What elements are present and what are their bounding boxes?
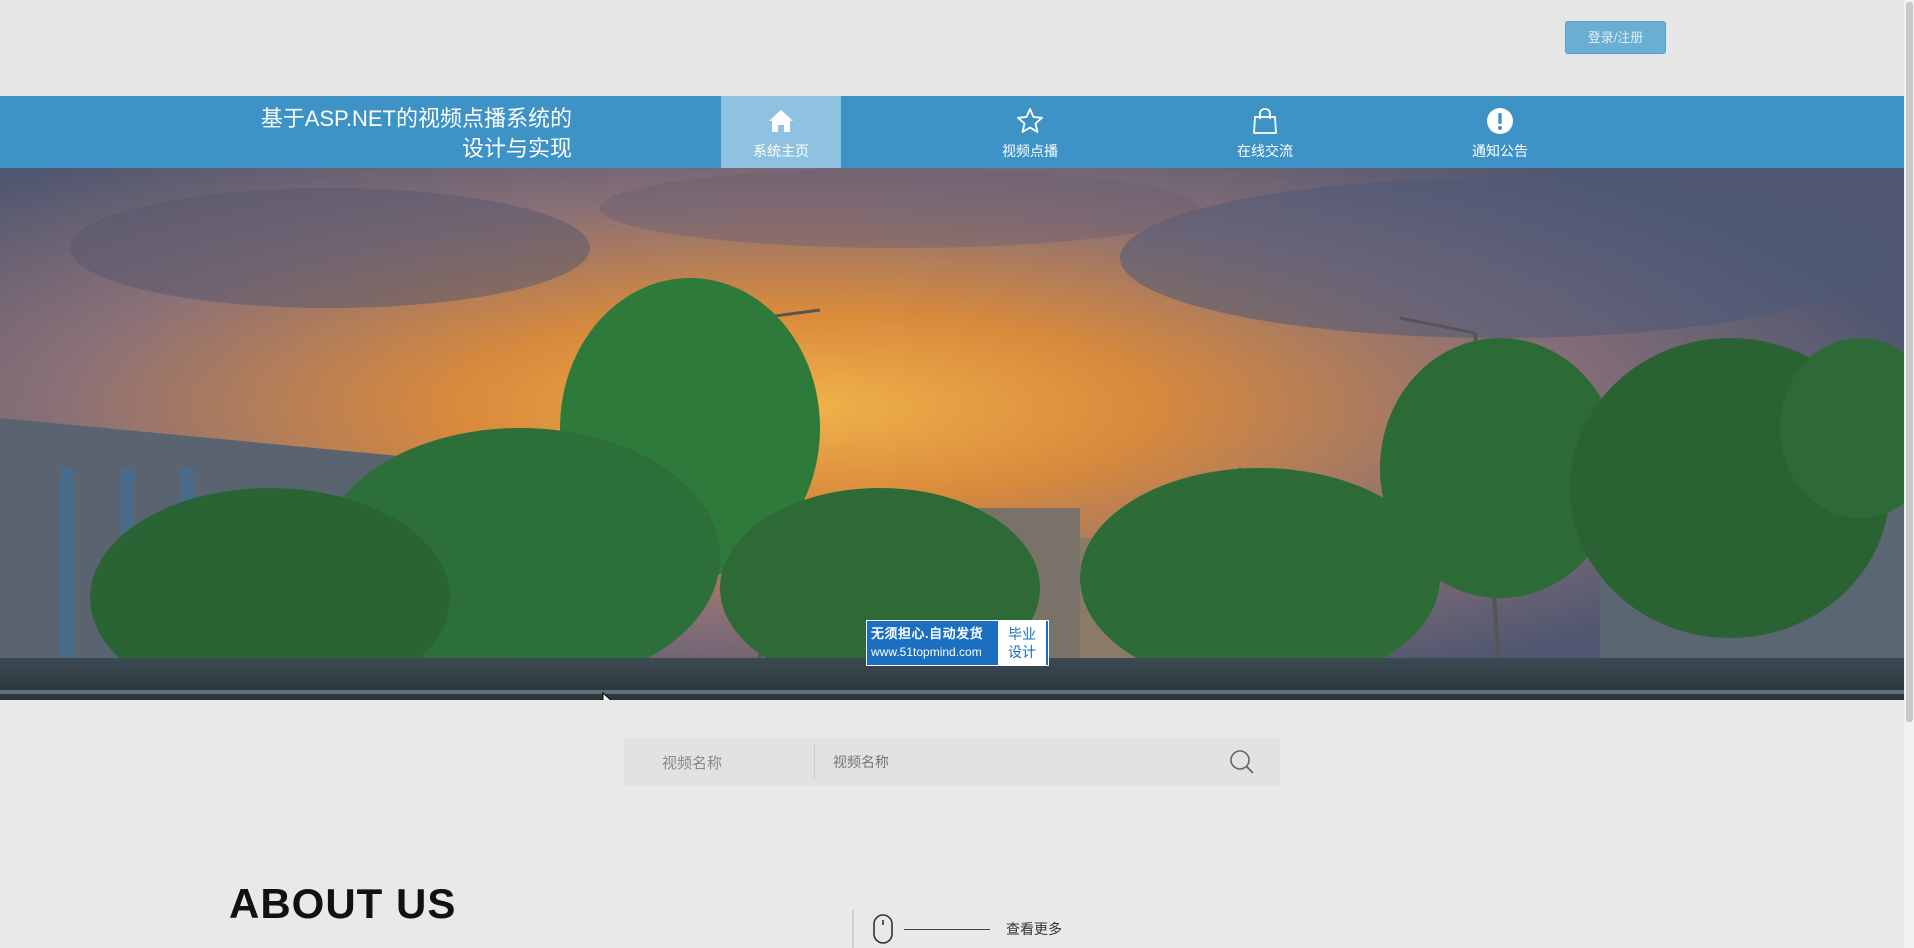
- decorative-line: [904, 928, 990, 930]
- nav-item-chat[interactable]: 在线交流: [1205, 96, 1325, 168]
- main-navbar: 基于ASP.NET的视频点播系统的 设计与实现 系统主页 视频点播 在线交流 通…: [0, 96, 1904, 168]
- page-scrollbar[interactable]: [1904, 0, 1914, 948]
- search-field-label: 视频名称: [662, 754, 723, 772]
- top-bar: 登录/注册: [0, 0, 1914, 96]
- search-input[interactable]: [815, 739, 1218, 785]
- nav-label-chat: 在线交流: [1237, 143, 1293, 159]
- site-title-line2: 设计与实现: [461, 136, 572, 161]
- login-register-button[interactable]: 登录/注册: [1565, 21, 1666, 54]
- star-icon: [1017, 108, 1043, 133]
- hero-banner: P 无须担心.自动发货 www.51topmind.com 毕业 设计: [0, 168, 1904, 700]
- nav-label-video: 视频点播: [1002, 143, 1058, 159]
- scrollbar-thumb[interactable]: [1906, 2, 1913, 722]
- nav-label-notice: 通知公告: [1472, 143, 1528, 159]
- watermark-badge-line1: 毕业: [1008, 626, 1036, 642]
- view-more-link[interactable]: 查看更多: [1006, 919, 1062, 939]
- site-title-line1: 基于ASP.NET的视频点播系统的: [260, 106, 572, 131]
- search-button[interactable]: [1218, 738, 1266, 786]
- site-title: 基于ASP.NET的视频点播系统的 设计与实现: [200, 104, 572, 164]
- watermark-badge-line2: 设计: [1008, 644, 1036, 660]
- watermark-badge: 无须担心.自动发货 www.51topmind.com 毕业 设计: [866, 620, 1049, 666]
- nav-item-home[interactable]: 系统主页: [721, 96, 841, 168]
- exclamation-circle-icon: [1487, 108, 1513, 134]
- nav-label-home: 系统主页: [753, 143, 809, 159]
- about-us-heading: ABOUT US: [229, 880, 457, 927]
- nav-item-notice[interactable]: 通知公告: [1440, 96, 1560, 168]
- mouse-cursor-icon: [602, 692, 612, 700]
- home-icon: [769, 110, 793, 132]
- view-more: 查看更多: [852, 910, 1062, 948]
- mouse-scroll-icon: [873, 914, 893, 944]
- shopping-bag-icon: [1253, 108, 1277, 134]
- watermark-url: www.51topmind.com: [871, 645, 982, 659]
- nav-item-video[interactable]: 视频点播: [970, 96, 1090, 168]
- search-bar: 视频名称: [624, 738, 1280, 786]
- divider: [852, 910, 854, 948]
- search-icon: [1230, 750, 1254, 774]
- watermark-slogan: 无须担心.自动发货: [871, 626, 984, 641]
